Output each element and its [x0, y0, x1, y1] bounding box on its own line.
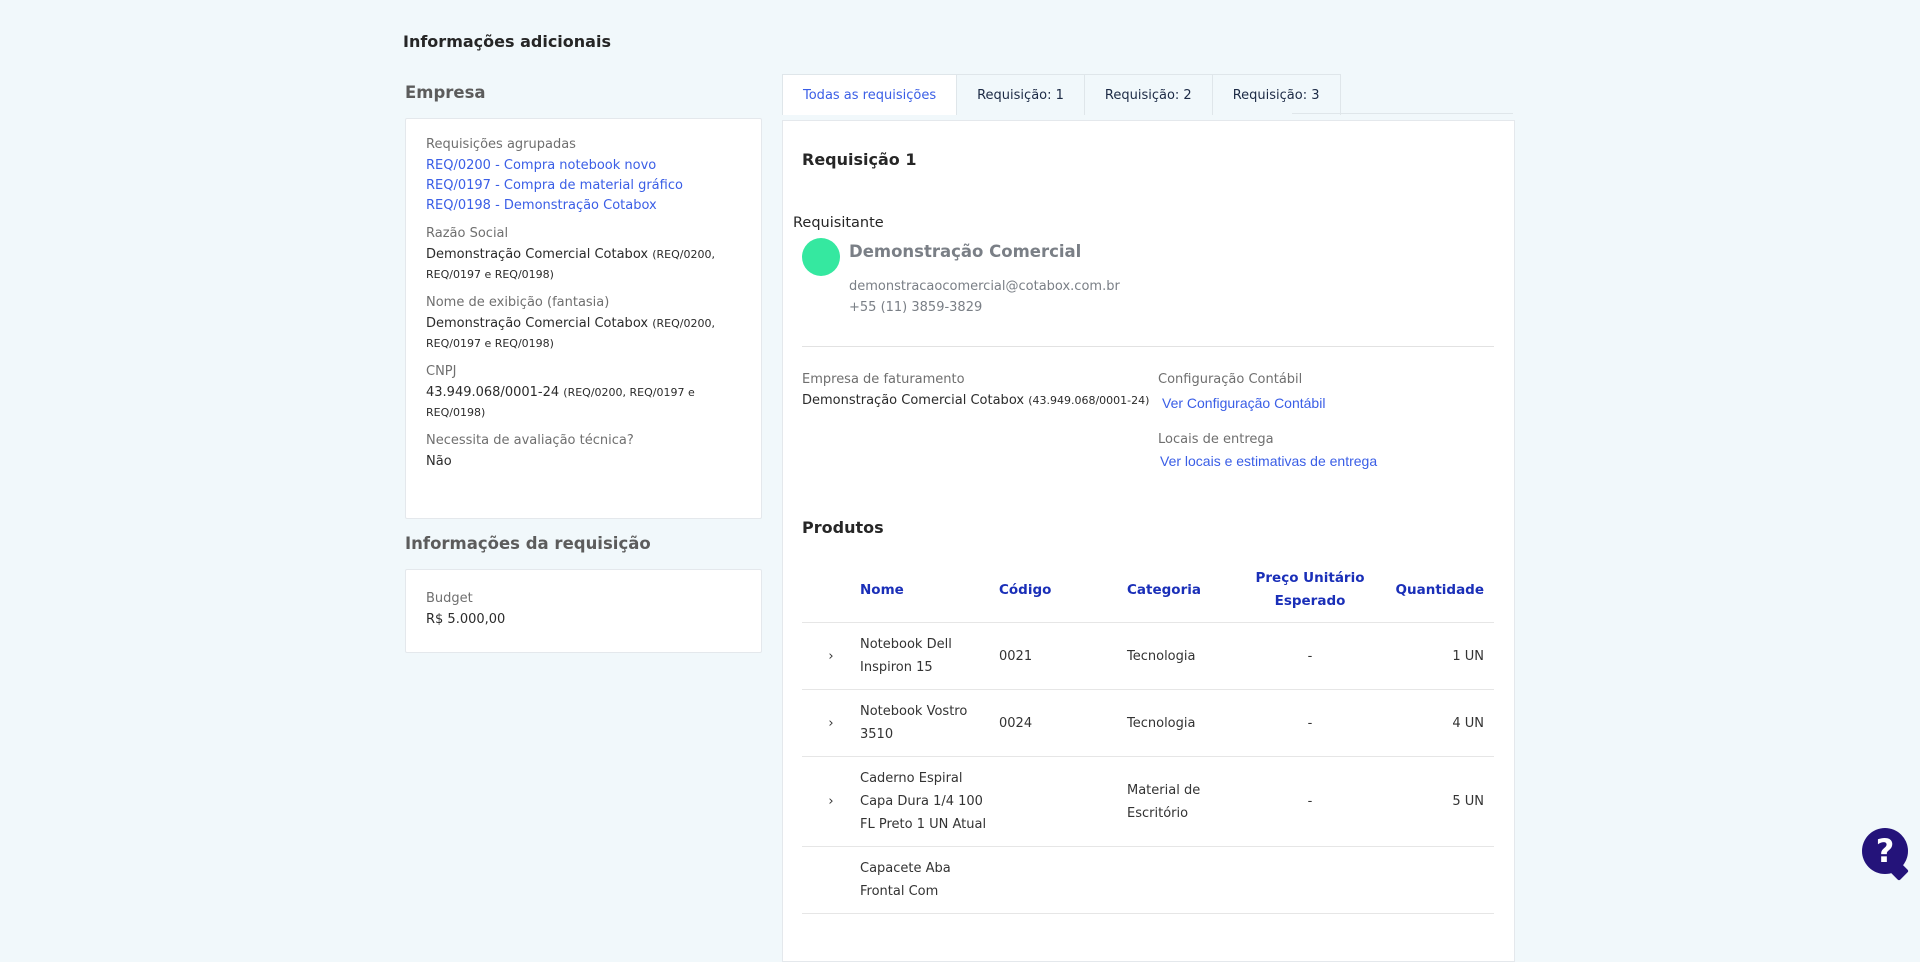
product-name: Caderno Espiral Capa Dura 1/4 100 FL Pre… — [860, 756, 999, 847]
locais-label: Locais de entrega — [1158, 432, 1274, 447]
fantasia-value: Demonstração Comercial Cotabox — [426, 316, 649, 331]
tab-requisicao-1[interactable]: Requisição: 1 — [957, 74, 1085, 115]
products-table: Nome Código Categoria Preço Unitário Esp… — [802, 558, 1494, 914]
product-name: Capacete Aba Frontal Com — [860, 846, 999, 914]
table-row[interactable]: › Notebook Dell Inspiron 15 0021 Tecnolo… — [802, 622, 1494, 690]
table-row[interactable]: Capacete Aba Frontal Com — [802, 846, 1494, 914]
table-row[interactable]: › Notebook Vostro 3510 0024 Tecnologia -… — [802, 689, 1494, 757]
cnpj-label: CNPJ — [426, 364, 457, 379]
table-row[interactable]: › Caderno Espiral Capa Dura 1/4 100 FL P… — [802, 756, 1494, 847]
empresa-heading: Empresa — [405, 83, 486, 102]
product-price: - — [1247, 622, 1373, 690]
product-name: Notebook Vostro 3510 — [860, 689, 999, 757]
grouped-label: Requisições agrupadas — [426, 137, 576, 152]
product-category: Tecnologia — [1127, 622, 1247, 690]
question-icon: ? — [1875, 832, 1895, 870]
billing-value: Demonstração Comercial Cotabox — [802, 393, 1025, 408]
billing-cnpj: (43.949.068/0001-24) — [1028, 394, 1150, 407]
contab-label: Configuração Contábil — [1158, 372, 1303, 387]
billing-block: Empresa de faturamento Demonstração Come… — [802, 372, 1149, 411]
product-code: 0024 — [999, 689, 1127, 757]
product-qty: 5 UN — [1373, 756, 1494, 847]
col-nome[interactable]: Nome — [860, 558, 999, 623]
product-category — [1127, 846, 1247, 914]
tab-requisicao-2[interactable]: Requisição: 2 — [1084, 74, 1213, 115]
empresa-card: Requisições agrupadas REQ/0200 - Compra … — [405, 118, 762, 519]
product-category: Material de Escritório — [1127, 756, 1247, 847]
fantasia-label: Nome de exibição (fantasia) — [426, 295, 610, 310]
col-codigo[interactable]: Código — [999, 558, 1127, 623]
products-title: Produtos — [802, 518, 884, 537]
product-category: Tecnologia — [1127, 689, 1247, 757]
contab-block: Configuração Contábil Ver Configuração C… — [1158, 372, 1325, 412]
tab-todas[interactable]: Todas as requisições — [782, 74, 958, 115]
product-price: - — [1247, 756, 1373, 847]
grouped-req-link[interactable]: REQ/0200 - Compra notebook novo — [426, 156, 741, 176]
avaliacao-label: Necessita de avaliação técnica? — [426, 433, 634, 448]
requester-email: demonstracaocomercial@cotabox.com.br — [849, 279, 1120, 294]
locais-link[interactable]: Ver locais e estimativas de entrega — [1160, 453, 1377, 469]
col-preco[interactable]: Preço Unitário Esperado — [1247, 558, 1373, 623]
razao-value: Demonstração Comercial Cotabox — [426, 247, 649, 262]
product-qty: 1 UN — [1373, 622, 1494, 690]
razao-label: Razão Social — [426, 226, 509, 241]
product-name: Notebook Dell Inspiron 15 — [860, 622, 999, 690]
billing-label: Empresa de faturamento — [802, 372, 965, 387]
chevron-right-icon[interactable] — [802, 846, 860, 914]
product-price — [1247, 846, 1373, 914]
info-req-card: Budget R$ 5.000,00 — [405, 569, 762, 653]
avaliacao-value: Não — [426, 454, 452, 469]
chevron-right-icon[interactable]: › — [802, 756, 860, 847]
product-qty — [1373, 846, 1494, 914]
section-title: Informações adicionais — [403, 32, 611, 51]
help-chat-button[interactable]: ? — [1862, 828, 1908, 874]
chevron-right-icon[interactable]: › — [802, 622, 860, 690]
grouped-req-link[interactable]: REQ/0197 - Compra de material gráfico — [426, 176, 741, 196]
requester-label: Requisitante — [793, 215, 884, 231]
locais-block: Locais de entrega Ver locais e estimativ… — [1158, 432, 1377, 470]
col-quantidade[interactable]: Quantidade — [1373, 558, 1494, 623]
cnpj-value: 43.949.068/0001-24 — [426, 385, 560, 400]
product-qty: 4 UN — [1373, 689, 1494, 757]
product-code — [999, 756, 1127, 847]
chevron-right-icon[interactable]: › — [802, 689, 860, 757]
product-price: - — [1247, 689, 1373, 757]
requester-name: Demonstração Comercial — [849, 242, 1082, 261]
avatar — [802, 238, 840, 276]
col-categoria[interactable]: Categoria — [1127, 558, 1247, 623]
info-req-heading: Informações da requisição — [405, 534, 651, 553]
budget-value: R$ 5.000,00 — [426, 612, 506, 627]
product-code: 0021 — [999, 622, 1127, 690]
tabs-divider — [1292, 113, 1513, 114]
table-header: Nome Código Categoria Preço Unitário Esp… — [802, 558, 1494, 623]
requisition-title: Requisição 1 — [802, 150, 917, 169]
grouped-req-link[interactable]: REQ/0198 - Demonstração Cotabox — [426, 196, 741, 216]
contab-link[interactable]: Ver Configuração Contábil — [1162, 395, 1325, 411]
product-code — [999, 846, 1127, 914]
budget-label: Budget — [426, 591, 473, 606]
divider — [802, 346, 1494, 347]
requester-phone: +55 (11) 3859-3829 — [849, 300, 983, 315]
tab-requisicao-3[interactable]: Requisição: 3 — [1212, 74, 1341, 115]
requisition-tabs: Todas as requisições Requisição: 1 Requi… — [782, 74, 1341, 115]
